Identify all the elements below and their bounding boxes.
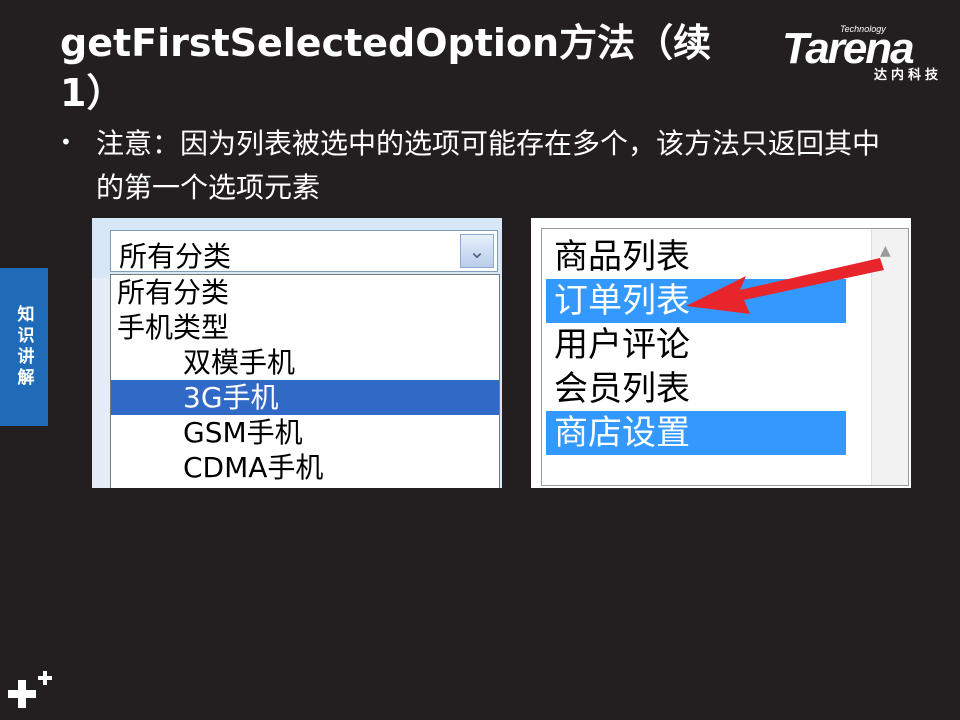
select-current-value: 所有分类 (119, 240, 232, 273)
dropdown-option[interactable]: CDMA手机 (111, 450, 499, 485)
side-tab-label: 知识讲解 (13, 305, 34, 389)
dropdown-options-list: 所有分类 手机类型 双模手机 3G手机 GSM手机 CDMA手机 (110, 274, 500, 488)
dropdown-option[interactable]: GSM手机 (111, 415, 499, 450)
slide-title: getFirstSelectedOption方法（续1） (60, 21, 712, 115)
logo-chinese-name: 达内科技 (873, 68, 942, 83)
page-edge-strip (92, 278, 110, 488)
plus-logo-icon (8, 671, 52, 708)
dropdown-option[interactable]: 手机类型 (111, 310, 499, 345)
category-select[interactable]: 所有分类 ⌄ (110, 230, 498, 273)
listbox-option[interactable]: 用户评论 (546, 323, 846, 367)
bullet-dot-icon: • (60, 130, 72, 154)
tarena-logo: Technology Tarena 达内科技 (776, 20, 948, 83)
dropdown-option-selected[interactable]: 3G手机 (111, 380, 499, 415)
red-arrow-icon (686, 258, 884, 314)
bullet-note: 注意：因为列表被选中的选项可能存在多个，该方法只返回其中的第一个选项元素 (96, 127, 881, 204)
dropdown-screenshot: 所有分类 ⌄ 所有分类 手机类型 双模手机 3G手机 GSM手机 CDMA手机 (92, 218, 502, 488)
listbox-option-selected[interactable]: 商店设置 (546, 411, 846, 455)
dropdown-option[interactable]: 所有分类 (111, 275, 499, 310)
listbox-option[interactable]: 会员列表 (546, 367, 846, 411)
dropdown-arrow-button[interactable]: ⌄ (460, 234, 494, 268)
dropdown-option[interactable]: 双模手机 (111, 345, 499, 380)
chevron-down-icon: ⌄ (468, 239, 486, 263)
side-tab-knowledge[interactable]: 知识讲解 (0, 268, 48, 426)
